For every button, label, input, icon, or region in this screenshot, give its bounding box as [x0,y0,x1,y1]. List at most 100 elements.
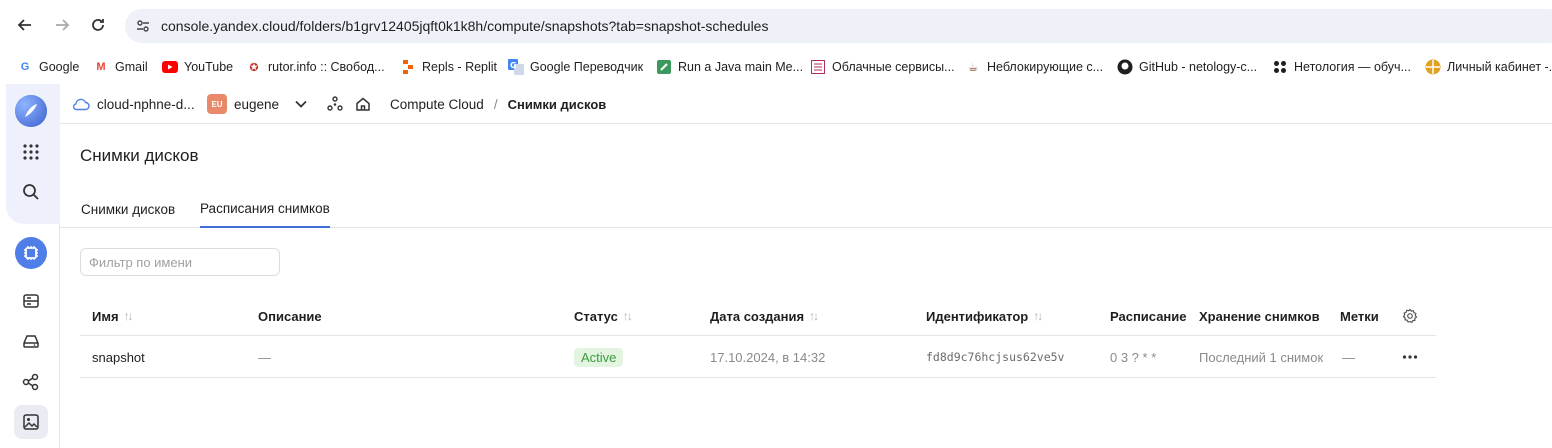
bookmark-cabinet[interactable]: Личный кабинет -... [1425,55,1552,79]
google-icon: G [20,61,30,73]
table-settings-button[interactable] [1402,296,1418,336]
tab-disk-snapshots[interactable]: Снимки дисков [81,190,175,228]
site-settings-icon[interactable] [135,18,151,34]
bookmark-google[interactable]: G Google [17,55,80,79]
search-button[interactable] [14,175,48,209]
share-nodes-icon [22,373,39,391]
table-row[interactable]: snapshot — Active 17.10.2024, в 14:32 fd… [80,336,1436,378]
gmail-icon: M [96,61,106,73]
compute-cloud-service-button[interactable] [14,236,48,270]
cell-labels: — [1342,349,1355,365]
cell-id: fd8d9c76hcjsus62ve5v [926,350,1065,364]
forward-button[interactable] [49,12,75,38]
bookmark-label: GitHub - netology-c... [1139,60,1258,74]
column-header-schedule: Расписание [1110,296,1187,336]
bookmark-rutor[interactable]: ✪ rutor.info :: Свобод... [246,55,384,79]
column-header-labels: Метки [1340,296,1379,336]
forward-arrow-icon [56,19,70,31]
column-header-description: Описание [258,296,322,336]
column-label: Метки [1340,308,1379,324]
bookmark-label: YouTube [184,60,234,74]
bookmark-cloud-services[interactable]: Облачные сервисы... [810,55,955,79]
grid-icon [23,144,39,160]
translate-icon: G [508,59,524,75]
bookmark-youtube[interactable]: YouTube [162,55,233,79]
compute-cloud-icon [15,237,47,269]
breadcrumb-separator: / [493,96,498,112]
bookmark-translate[interactable]: G Google Переводчик [508,55,643,79]
home-button[interactable] [355,84,371,124]
all-services-button[interactable] [14,135,48,169]
svg-text:G: G [510,61,517,70]
cell-name: snapshot [92,349,145,365]
sort-icon: ↑↓ [809,309,819,323]
bookmark-java[interactable]: Run a Java main Me... [656,55,803,79]
cloud-selector[interactable]: cloud-nphne-d... [72,84,195,124]
bookmark-nonblocking[interactable]: ☕ Неблокирующие с... [965,55,1103,79]
youtube-icon [162,59,178,75]
vm-instances-nav[interactable] [14,284,48,318]
url-text: console.yandex.cloud/folders/b1grv12405j… [161,18,769,34]
column-label: Хранение снимков [1199,308,1320,324]
back-arrow-icon [17,19,31,31]
column-header-retention: Хранение снимков [1199,296,1320,336]
placement-groups-nav[interactable] [14,365,48,399]
column-label: Описание [258,308,322,324]
gear-icon [1402,308,1418,324]
disk-icon [23,335,39,348]
resource-map-button[interactable] [327,84,343,124]
sort-icon: ↑↓ [123,309,134,323]
snapshots-nav[interactable] [14,405,48,439]
netology-icon [1272,59,1288,75]
folder-name: eugene [234,96,280,112]
breadcrumb-compute-cloud[interactable]: Compute Cloud [390,97,484,112]
cell-retention: Последний 1 снимок [1199,349,1324,365]
cell-created: 17.10.2024, в 14:32 [710,349,826,365]
yandex-cloud-logo-icon [15,95,47,127]
column-header-status[interactable]: Статус ↑↓ [574,296,633,336]
server-icon [23,294,39,308]
cell-description: — [258,349,271,365]
bookmark-netology[interactable]: Нетология — обуч... [1272,55,1411,79]
sort-icon: ↑↓ [622,309,633,323]
column-label: Расписание [1110,308,1187,324]
disks-nav[interactable] [14,324,48,358]
row-actions-button[interactable] [1402,336,1418,378]
name-filter-input[interactable] [80,248,280,276]
column-label: Дата создания [710,308,805,324]
bookmark-github[interactable]: GitHub - netology-c... [1117,55,1257,79]
bookmark-gmail[interactable]: M Gmail [93,55,148,79]
yandex-cloud-logo-button[interactable] [14,94,48,128]
tab-bar: Снимки дисков Расписания снимков [60,190,1552,228]
folder-selector[interactable]: EU eugene [207,84,307,124]
search-icon [23,184,39,200]
bookmarks-bar: G Google M Gmail YouTube ✪ rutor.info :: Св… [0,50,1552,84]
address-bar[interactable]: console.yandex.cloud/folders/b1grv12405j… [125,9,1552,43]
nodes-icon [327,96,343,111]
reload-button[interactable] [85,12,111,38]
cloud-services-icon [810,59,826,75]
bookmark-label: Личный кабинет -... [1447,60,1552,74]
github-icon [1117,59,1133,75]
table-header: Имя ↑↓ Описание Статус ↑↓ Дата создания ↑↓ … [80,296,1436,336]
column-header-id[interactable]: Идентификатор ↑↓ [926,296,1043,336]
bookmark-label: Google Переводчик [530,60,644,74]
bookmark-label: Run a Java main Me... [678,60,804,74]
java-icon [656,59,672,75]
sort-icon: ↑↓ [1033,309,1043,323]
bookmark-label: Gmail [115,60,148,74]
column-header-name[interactable]: Имя ↑↓ [92,296,134,336]
browser-toolbar: console.yandex.cloud/folders/b1grv12405j… [0,0,1552,50]
bookmark-replit[interactable]: Repls - Replit [400,55,497,79]
breadcrumb-current: Снимки дисков [507,96,607,112]
column-header-created[interactable]: Дата создания ↑↓ [710,296,819,336]
tab-snapshot-schedules[interactable]: Расписания снимков [200,190,330,228]
breadcrumb: Compute Cloud / Снимки дисков [390,84,606,124]
page-title: Снимки дисков [80,146,199,165]
bookmark-label: Google [39,60,80,74]
back-button[interactable] [12,12,38,38]
column-label: Статус [574,308,618,324]
status-badge: Active [574,347,624,367]
cabinet-icon [1425,59,1441,75]
cell-status: Active [574,336,624,378]
